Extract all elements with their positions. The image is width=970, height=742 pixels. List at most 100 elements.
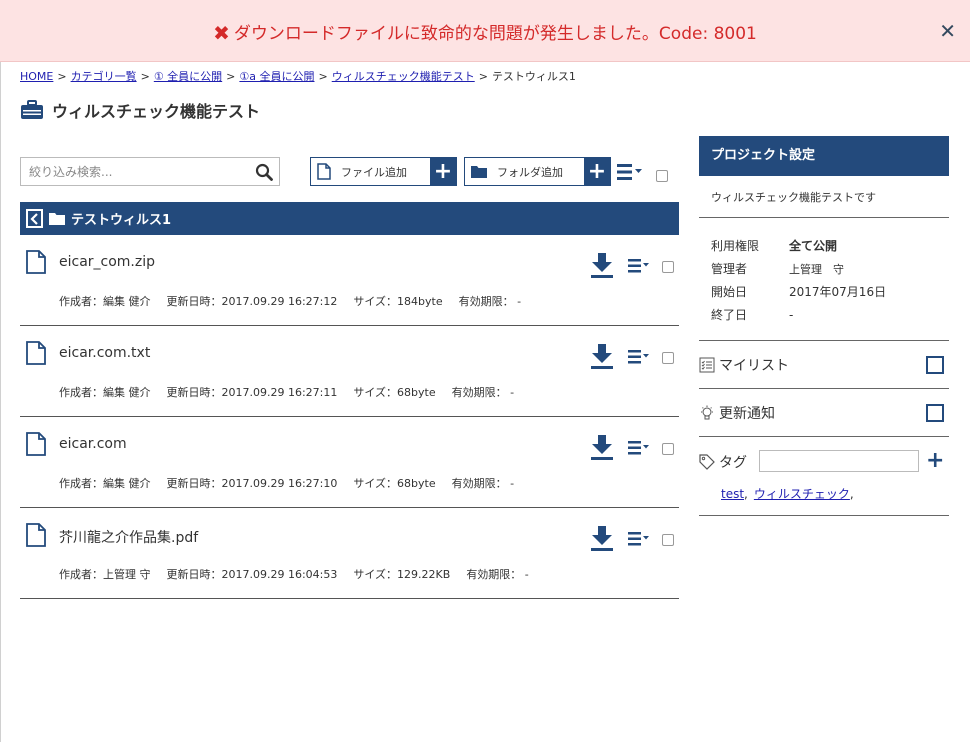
chevron-left-icon xyxy=(30,212,38,225)
notify-checkbox[interactable] xyxy=(926,404,944,422)
briefcase-icon xyxy=(21,100,43,119)
info-row-permission: 利用権限 全て公開 xyxy=(711,237,837,254)
search-box xyxy=(20,157,280,186)
breadcrumb-project[interactable]: ウィルスチェック機能テスト xyxy=(332,70,475,83)
download-icon[interactable] xyxy=(591,344,613,370)
error-banner: ✖ ダウンロードファイルに致命的な問題が発生しました。Code: 8001 ✕ xyxy=(0,0,970,62)
breadcrumb-separator: > xyxy=(57,70,67,83)
folder-icon xyxy=(49,212,65,225)
row-menu-icon[interactable] xyxy=(628,441,650,455)
divider xyxy=(699,515,949,516)
breadcrumb-separator: > xyxy=(318,70,328,83)
info-key: 管理者 xyxy=(711,262,748,276)
file-icon xyxy=(26,523,46,547)
divider xyxy=(699,436,949,437)
breadcrumb-home[interactable]: HOME xyxy=(20,70,53,83)
divider xyxy=(699,340,949,341)
file-row: eicar.com.txt 作成者：編集 健介 更新日時：2017.09.29 1… xyxy=(20,326,679,417)
tag-link[interactable]: test xyxy=(721,487,744,501)
download-icon[interactable] xyxy=(591,435,613,461)
info-value: - xyxy=(789,308,794,322)
divider xyxy=(699,217,949,218)
add-file-label-area: ファイル追加 xyxy=(311,158,407,185)
add-folder-button[interactable]: フォルダ追加 + xyxy=(464,157,611,186)
notify-row: 更新通知 xyxy=(699,402,949,424)
file-icon xyxy=(26,250,46,274)
file-meta: 作成者：編集 健介 更新日時：2017.09.29 16:27:10 サイズ：68b… xyxy=(59,475,530,491)
file-checkbox[interactable] xyxy=(662,352,674,364)
plus-icon: + xyxy=(430,158,456,185)
file-icon xyxy=(26,341,46,365)
checklist-icon xyxy=(699,357,715,373)
add-folder-label-area: フォルダ追加 xyxy=(465,158,563,185)
add-file-label: ファイル追加 xyxy=(341,165,407,179)
search-input[interactable] xyxy=(21,158,246,185)
file-name-link[interactable]: eicar.com.txt xyxy=(59,345,150,361)
close-banner-button[interactable]: ✕ xyxy=(939,19,956,43)
file-name-link[interactable]: eicar_com.zip xyxy=(59,254,155,270)
file-size: サイズ：68byte xyxy=(353,477,436,490)
notify-label: 更新通知 xyxy=(719,406,775,422)
folder-icon xyxy=(471,166,487,178)
breadcrumb-public[interactable]: ① 全員に公開 xyxy=(154,70,222,83)
breadcrumb-current: テストウィルス1 xyxy=(491,70,576,83)
breadcrumb-public-a[interactable]: ①a 全員に公開 xyxy=(239,70,314,83)
file-size: サイズ：129.22KB xyxy=(353,568,451,581)
list-menu-icon[interactable] xyxy=(617,164,643,180)
tag-list: test, ウィルスチェック, xyxy=(721,485,860,502)
folder-header: テストウィルス1 xyxy=(20,202,679,235)
file-updated: 更新日時：2017.09.29 16:27:11 xyxy=(166,386,338,399)
file-name-link[interactable]: eicar.com xyxy=(59,436,127,452)
lightbulb-icon xyxy=(701,405,713,420)
breadcrumb-separator: > xyxy=(140,70,150,83)
tag-input[interactable] xyxy=(759,450,919,472)
tag-icon xyxy=(699,454,715,470)
info-key: 開始日 xyxy=(711,285,748,299)
download-icon[interactable] xyxy=(591,526,613,552)
project-description: ウィルスチェック機能テストです xyxy=(711,191,876,204)
file-row: eicar.com 作成者：編集 健介 更新日時：2017.09.29 16:27… xyxy=(20,417,679,508)
download-icon[interactable] xyxy=(591,253,613,279)
info-key: 終了日 xyxy=(711,308,748,322)
folder-title: テストウィルス1 xyxy=(71,213,172,228)
file-meta: 作成者：編集 健介 更新日時：2017.09.29 16:27:12 サイズ：184… xyxy=(59,293,537,309)
row-menu-icon[interactable] xyxy=(628,532,650,546)
tag-separator: , xyxy=(849,487,854,501)
breadcrumb-category-list[interactable]: カテゴリ一覧 xyxy=(71,70,137,83)
file-icon xyxy=(317,163,331,180)
file-expiry: 有効期限： - xyxy=(451,386,515,399)
search-icon[interactable] xyxy=(255,163,273,181)
file-updated: 更新日時：2017.09.29 16:04:53 xyxy=(166,568,338,581)
page-header: ウィルスチェック機能テスト xyxy=(20,98,260,122)
file-checkbox[interactable] xyxy=(662,534,674,546)
tag-link[interactable]: ウィルスチェック xyxy=(754,487,850,501)
breadcrumb-separator: > xyxy=(226,70,236,83)
info-value: 上管理 守 xyxy=(789,263,844,276)
page-title: ウィルスチェック機能テスト xyxy=(52,102,261,121)
project-settings-header[interactable]: プロジェクト設定 xyxy=(699,136,949,176)
info-value: 全て公開 xyxy=(789,239,838,253)
back-button[interactable] xyxy=(26,209,43,228)
row-menu-icon[interactable] xyxy=(628,350,650,364)
file-checkbox[interactable] xyxy=(662,261,674,273)
mylist-row: マイリスト xyxy=(699,354,949,376)
info-row-start-date: 開始日 2017年07月16日 xyxy=(711,283,886,300)
row-menu-icon[interactable] xyxy=(628,259,650,273)
select-all-checkbox[interactable] xyxy=(656,170,668,182)
breadcrumb-separator: > xyxy=(478,70,488,83)
mylist-label: マイリスト xyxy=(719,358,789,374)
plus-icon: + xyxy=(584,158,610,185)
file-creator: 作成者：編集 健介 xyxy=(59,386,151,399)
file-expiry: 有効期限： - xyxy=(458,295,522,308)
info-value: 2017年07月16日 xyxy=(789,285,887,299)
plus-icon: + xyxy=(926,448,945,473)
file-creator: 作成者：編集 健介 xyxy=(59,295,151,308)
file-name-link[interactable]: 芥川龍之介作品集.pdf xyxy=(59,527,198,547)
add-tag-button[interactable]: + xyxy=(926,449,944,473)
mylist-checkbox[interactable] xyxy=(926,356,944,374)
info-row-end-date: 終了日 - xyxy=(711,306,793,323)
tag-label: タグ xyxy=(719,455,747,471)
file-checkbox[interactable] xyxy=(662,443,674,455)
add-file-button[interactable]: ファイル追加 + xyxy=(310,157,457,186)
divider xyxy=(699,388,949,389)
